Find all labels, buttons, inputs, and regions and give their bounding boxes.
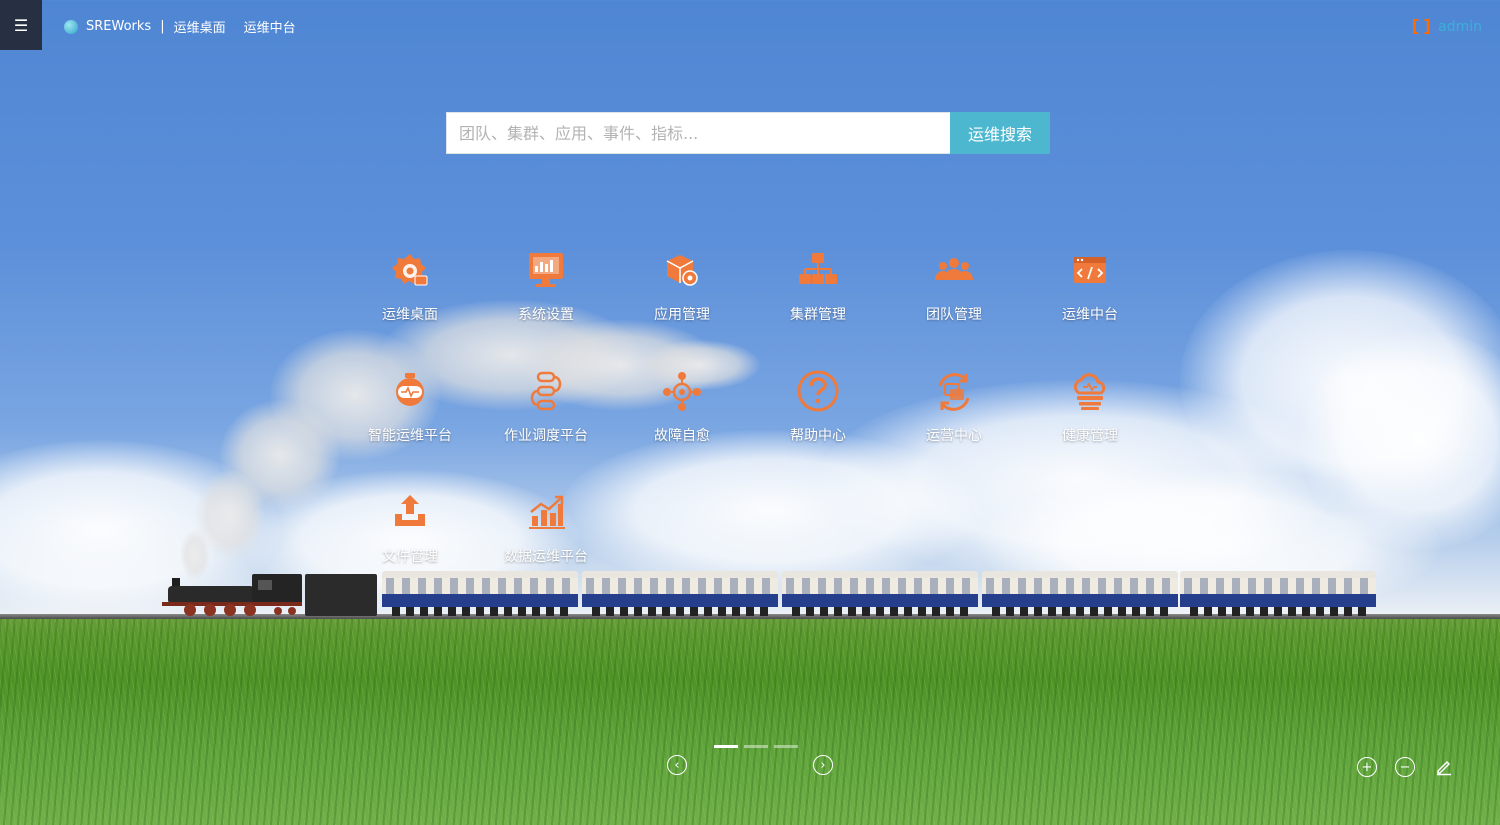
user-name[interactable]: admin bbox=[1438, 19, 1482, 35]
app-file-management[interactable]: 文件管理 bbox=[355, 490, 465, 570]
gear-desktop-icon bbox=[392, 254, 428, 286]
app-label: 帮助中心 bbox=[790, 428, 846, 444]
monitor-settings-icon bbox=[529, 253, 563, 287]
app-label: 健康管理 bbox=[1062, 428, 1118, 444]
sreworks-logo-icon bbox=[64, 19, 78, 34]
search-bar: 运维搜索 bbox=[446, 112, 1050, 154]
zoom-out-button[interactable]: − bbox=[1395, 757, 1415, 777]
zoom-in-icon: + bbox=[1361, 759, 1373, 775]
app-label: 数据运维平台 bbox=[504, 549, 588, 565]
user-menu[interactable]: [ ] admin bbox=[1412, 17, 1482, 37]
edit-icon bbox=[1437, 760, 1451, 776]
menu-button[interactable]: ☰ bbox=[0, 0, 42, 50]
nav-link-ops-center[interactable]: 运维中台 bbox=[244, 17, 296, 36]
app-label: 作业调度平台 bbox=[504, 428, 588, 444]
search-button[interactable]: 运维搜索 bbox=[950, 112, 1050, 154]
file-upload-icon bbox=[395, 495, 425, 526]
page-dot-3[interactable] bbox=[774, 745, 798, 748]
chevron-left-icon: ‹ bbox=[674, 757, 680, 773]
chevron-right-icon: › bbox=[820, 757, 826, 773]
app-box-icon bbox=[666, 255, 698, 286]
app-data-ops-platform[interactable]: 数据运维平台 bbox=[491, 490, 601, 570]
operations-icon bbox=[938, 373, 970, 411]
app-label: 系统设置 bbox=[518, 307, 574, 323]
hamburger-icon: ☰ bbox=[13, 15, 29, 35]
app-label: 文件管理 bbox=[382, 549, 438, 565]
page-dot-2[interactable] bbox=[744, 745, 768, 748]
app-application-management[interactable]: 应用管理 bbox=[627, 248, 737, 328]
app-label: 团队管理 bbox=[926, 307, 982, 323]
app-label: 智能运维平台 bbox=[368, 428, 452, 444]
app-health-management[interactable]: 健康管理 bbox=[1035, 369, 1145, 449]
app-system-settings[interactable]: 系统设置 bbox=[491, 248, 601, 328]
schedule-flow-icon bbox=[530, 371, 562, 411]
page-dot-1[interactable] bbox=[714, 745, 738, 748]
next-page-button[interactable]: › bbox=[813, 755, 833, 775]
app-label: 应用管理 bbox=[654, 307, 710, 323]
top-header: ☰ SREWorks | 运维桌面 运维中台 [ ] admin bbox=[0, 0, 1500, 50]
help-icon bbox=[797, 370, 839, 412]
health-cloud-icon bbox=[1073, 373, 1106, 410]
app-label: 运营中心 bbox=[926, 428, 982, 444]
team-icon bbox=[935, 258, 973, 280]
edit-button[interactable] bbox=[1434, 757, 1454, 777]
app-help-center[interactable]: 帮助中心 bbox=[763, 369, 873, 449]
code-panel-icon bbox=[1074, 257, 1106, 283]
app-cluster-management[interactable]: 集群管理 bbox=[763, 248, 873, 328]
zoom-in-button[interactable]: + bbox=[1357, 757, 1377, 777]
app-label: 运维桌面 bbox=[382, 307, 438, 323]
aliyun-logo-icon: [ ] bbox=[1411, 17, 1431, 37]
app-operations-center[interactable]: 运营中心 bbox=[899, 369, 1009, 449]
brand-name[interactable]: SREWorks bbox=[86, 19, 151, 34]
page-indicator bbox=[714, 745, 798, 748]
breadcrumb-separator: | bbox=[160, 19, 165, 34]
robot-icon bbox=[396, 373, 424, 406]
prev-page-button[interactable]: ‹ bbox=[667, 755, 687, 775]
current-app-title: 运维桌面 bbox=[173, 21, 226, 36]
breadcrumb: SREWorks | 运维桌面 运维中台 bbox=[64, 17, 296, 36]
cluster-tree-icon bbox=[799, 253, 837, 284]
app-self-healing[interactable]: 故障自愈 bbox=[627, 369, 737, 449]
app-label: 运维中台 bbox=[1062, 307, 1118, 323]
search-input[interactable] bbox=[446, 112, 950, 154]
app-ops-center[interactable]: 运维中台 bbox=[1035, 248, 1145, 328]
app-job-scheduling[interactable]: 作业调度平台 bbox=[491, 369, 601, 449]
app-ops-desktop[interactable]: 运维桌面 bbox=[355, 248, 465, 328]
app-label: 集群管理 bbox=[790, 307, 846, 323]
data-chart-icon bbox=[529, 495, 565, 529]
app-label: 故障自愈 bbox=[654, 428, 710, 444]
app-aiops-platform[interactable]: 智能运维平台 bbox=[355, 369, 465, 449]
train-image bbox=[160, 568, 1376, 618]
app-team-management[interactable]: 团队管理 bbox=[899, 248, 1009, 328]
zoom-out-icon: − bbox=[1399, 759, 1411, 775]
self-heal-icon bbox=[663, 372, 701, 411]
